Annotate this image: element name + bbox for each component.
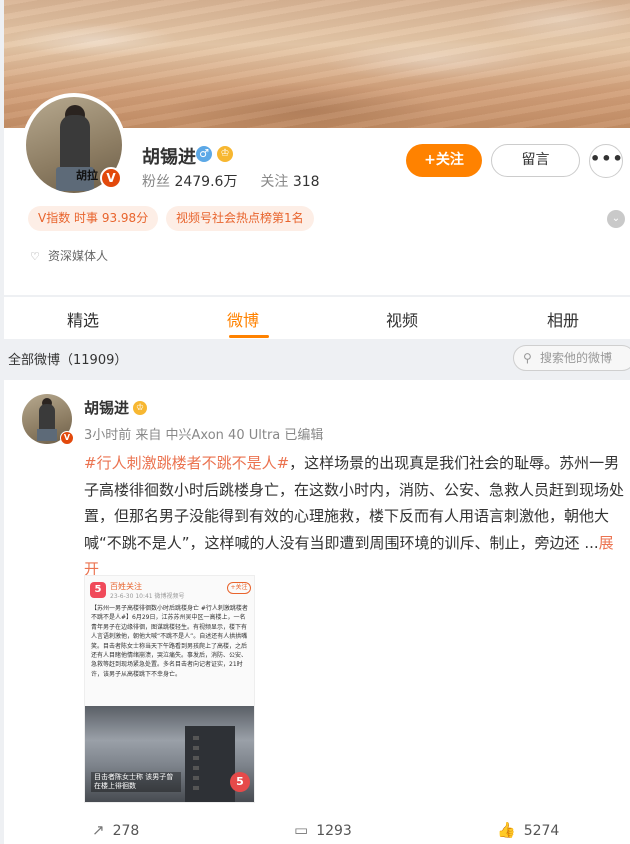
crown-icon: ♔ — [133, 401, 147, 415]
message-button[interactable]: 留言 — [491, 144, 580, 177]
image-caption: 目击者陈女士称 该男子曾在楼上徘徊数 — [91, 772, 181, 792]
post-card: V 胡锡进 ♔ 3小时前 来自 中兴Axon 40 Ultra 已编辑 #行人刺… — [4, 380, 630, 844]
post-count: 全部微博（11909） — [8, 353, 128, 368]
profile-stats: 粉丝 2479.6万 关注 318 — [142, 171, 320, 191]
post-author[interactable]: 胡锡进 — [84, 397, 129, 418]
image-meta: 23-6-30 10:41 微博视频号 — [110, 593, 185, 600]
post-meta: 3小时前 来自 中兴Axon 40 Ultra 已编辑 — [84, 428, 324, 443]
profile-tabs: 精选 微博 视频 相册 — [4, 297, 630, 339]
image-text: 【苏州一男子高楼徘徊数小时后跳楼身亡 #行人刺激跳楼者不跳不是人#】6月29日，… — [91, 605, 248, 678]
comment-icon: ▭ — [294, 821, 309, 839]
shield-icon: ♡ — [30, 250, 40, 263]
tab-featured[interactable]: 精选 — [67, 307, 99, 331]
profile-tagline: ♡ 资深媒体人 — [30, 247, 108, 264]
fans-count[interactable]: 2479.6万 — [174, 174, 237, 190]
repost-button[interactable]: ↗ 278 — [92, 821, 139, 839]
like-button[interactable]: 👍 5274 — [497, 821, 559, 839]
like-count: 5274 — [523, 823, 560, 839]
more-options-icon[interactable]: ••• — [589, 144, 623, 178]
active-tab-indicator — [229, 335, 269, 338]
following-count[interactable]: 318 — [293, 174, 320, 190]
verified-badge-icon: V — [100, 167, 122, 189]
tab-video[interactable]: 视频 — [386, 307, 418, 331]
fans-label: 粉丝 — [142, 174, 170, 190]
male-icon: ♂ — [196, 146, 212, 162]
avatar-watermark: 胡拉 — [76, 169, 98, 182]
verified-badge-icon: V — [60, 431, 74, 445]
profile-name: 胡锡进 — [142, 147, 196, 168]
repost-count: 278 — [112, 823, 140, 839]
follow-button[interactable]: +关注 — [406, 144, 482, 177]
like-icon: 👍 — [497, 821, 516, 839]
post-body: #行人刺激跳楼者不跳不是人#，这样场景的出现真是我们社会的耻辱。苏州一男子高楼徘… — [84, 450, 624, 583]
vindex-badge[interactable]: V指数 时事 93.98分 — [28, 206, 159, 231]
source-logo-icon: 5 — [90, 582, 106, 598]
search-placeholder: 搜索他的微博 — [540, 351, 613, 365]
search-input[interactable]: ⚲ 搜索他的微博 — [513, 345, 630, 371]
tab-weibo[interactable]: 微博 — [227, 307, 259, 331]
tab-album[interactable]: 相册 — [547, 307, 579, 331]
rank-badge[interactable]: 视频号社会热点榜第1名 — [166, 206, 314, 231]
search-icon: ⚲ — [523, 351, 532, 365]
crown-icon: ♔ — [217, 146, 233, 162]
watermark-icon: 5 — [230, 772, 250, 792]
hashtag-link[interactable]: #行人刺激跳楼者不跳不是人# — [84, 454, 289, 472]
repost-icon: ↗ — [92, 821, 105, 839]
post-actions: ↗ 278 ▭ 1293 👍 5274 — [4, 817, 630, 844]
chevron-down-icon[interactable]: ⌄ — [607, 210, 625, 228]
post-image[interactable]: 5 百姓关注 23-6-30 10:41 微博视频号 +关注 【苏州一男子高楼徘… — [84, 575, 255, 803]
comment-count: 1293 — [316, 823, 352, 839]
following-label: 关注 — [260, 174, 289, 190]
comment-button[interactable]: ▭ 1293 — [294, 821, 352, 839]
tagline-text: 资深媒体人 — [48, 249, 109, 263]
image-building — [185, 726, 235, 802]
image-follow: +关注 — [227, 582, 251, 594]
